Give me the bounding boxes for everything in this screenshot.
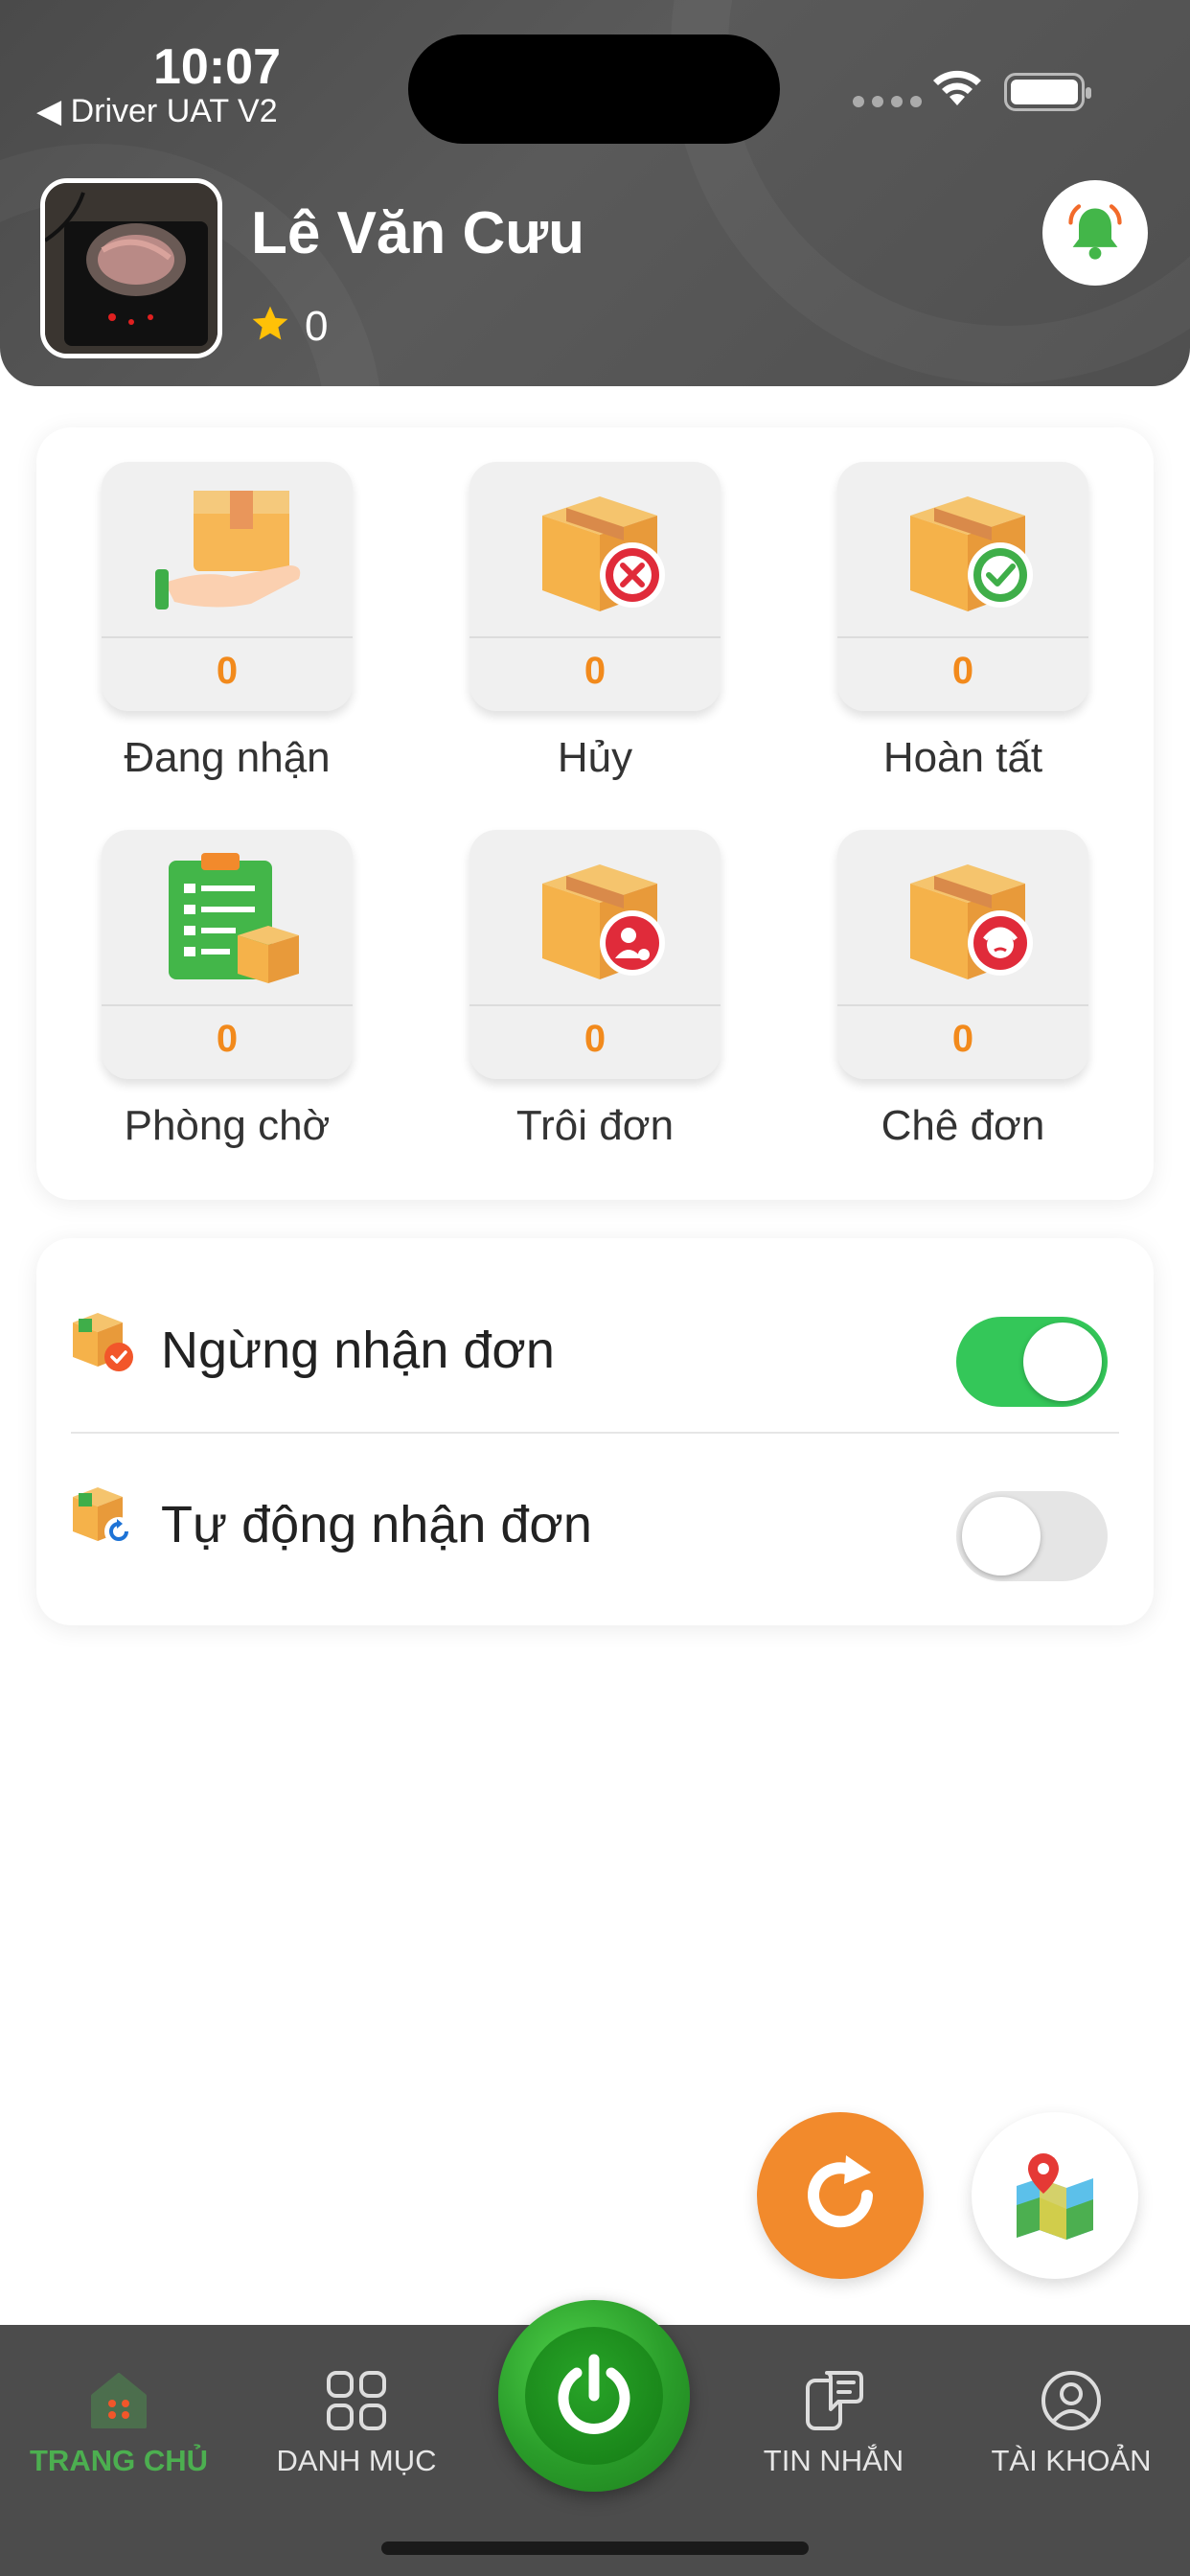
home-indicator xyxy=(381,2542,809,2555)
home-icon xyxy=(91,2373,147,2428)
star-icon xyxy=(252,306,288,340)
stat-phong-cho[interactable]: 0 Phòng chờ xyxy=(102,830,353,1150)
cellular-signal-icon xyxy=(853,96,922,107)
stat-label: Trôi đơn xyxy=(515,1102,675,1149)
box-face-icon xyxy=(910,864,1033,979)
auto-receive-toggle[interactable] xyxy=(956,1491,1108,1581)
user-icon xyxy=(1041,2371,1101,2430)
stat-count: 0 xyxy=(216,650,239,692)
driver-name: Lê Văn Cưu xyxy=(251,200,585,266)
online-power-button[interactable] xyxy=(498,2300,690,2492)
wifi-icon xyxy=(933,70,981,105)
stat-troi-don[interactable]: 0 Trôi đơn xyxy=(469,830,721,1150)
stat-count: 0 xyxy=(951,650,974,692)
box-user-icon xyxy=(542,864,665,979)
stop-receiving-toggle[interactable] xyxy=(956,1317,1108,1407)
notification-button[interactable] xyxy=(1042,180,1148,286)
stat-count: 0 xyxy=(216,1018,239,1060)
refresh-icon xyxy=(808,2155,873,2228)
box-check-icon xyxy=(910,496,1033,611)
power-icon xyxy=(558,2354,630,2434)
setting-stop-receiving: Ngừng nhận đơn xyxy=(36,1257,1154,1430)
stat-label: Chê đơn xyxy=(881,1102,1045,1149)
setting-label: Tự động nhận đơn xyxy=(161,1496,592,1553)
stat-che-don[interactable]: 0 Chê đơn xyxy=(837,830,1088,1150)
order-settings-card: Ngừng nhận đơn Tự động nhận đơn xyxy=(36,1238,1154,1625)
nav-label: TÀI KHOẢN xyxy=(991,2444,1152,2477)
grid-icon xyxy=(327,2371,386,2430)
nav-home[interactable]: TRANG CHỦ xyxy=(4,2325,234,2517)
map-pin-icon xyxy=(1017,2153,1093,2240)
nav-label: DANH MỤC xyxy=(276,2444,437,2477)
stat-dang-nhan[interactable]: 0 Đang nhận xyxy=(102,462,353,782)
box-refresh-small-icon xyxy=(73,1487,133,1546)
bell-icon xyxy=(1068,204,1122,260)
box-check-small-icon xyxy=(73,1313,133,1371)
stat-count: 0 xyxy=(584,1018,606,1060)
status-time: 10:07 xyxy=(153,39,281,95)
battery-icon xyxy=(1004,73,1091,111)
stat-label: Hoàn tất xyxy=(882,734,1043,781)
refresh-button[interactable] xyxy=(757,2112,924,2279)
stat-label: Đang nhận xyxy=(124,734,331,781)
nav-label: TRANG CHỦ xyxy=(30,2444,208,2477)
back-to-app-link[interactable]: ◀ Driver UAT V2 xyxy=(36,92,278,130)
nav-catalog[interactable]: DANH MỤC xyxy=(241,2325,471,2517)
order-stats-card: 0 Đang nhận 0 Hủy 0 Hoàn tất 0 Phòng chờ… xyxy=(36,427,1154,1200)
stat-count: 0 xyxy=(951,1018,974,1060)
stat-label: Phòng chờ xyxy=(124,1102,331,1149)
clipboard-box-icon xyxy=(169,853,299,983)
profile-header: 10:07 ◀ Driver UAT V2 Lê Văn Cưu 0 xyxy=(0,0,1190,386)
map-button[interactable] xyxy=(972,2112,1138,2279)
hand-box-icon xyxy=(155,491,301,610)
stat-hoan-tat[interactable]: 0 Hoàn tất xyxy=(837,462,1088,782)
nav-label: TIN NHẮN xyxy=(763,2444,904,2477)
rating-value: 0 xyxy=(305,303,329,350)
avatar[interactable] xyxy=(40,178,222,358)
stat-huy[interactable]: 0 Hủy xyxy=(469,462,721,782)
message-icon xyxy=(806,2371,863,2430)
dynamic-island xyxy=(408,34,780,144)
setting-label: Ngừng nhận đơn xyxy=(161,1322,555,1379)
stat-label: Hủy xyxy=(557,734,633,781)
box-cancel-icon xyxy=(542,496,665,611)
nav-account[interactable]: TÀI KHOẢN xyxy=(956,2325,1186,2517)
nav-messages[interactable]: TIN NHẮN xyxy=(719,2325,949,2517)
setting-auto-receive: Tự động nhận đơn xyxy=(36,1432,1154,1604)
stat-count: 0 xyxy=(584,650,606,692)
